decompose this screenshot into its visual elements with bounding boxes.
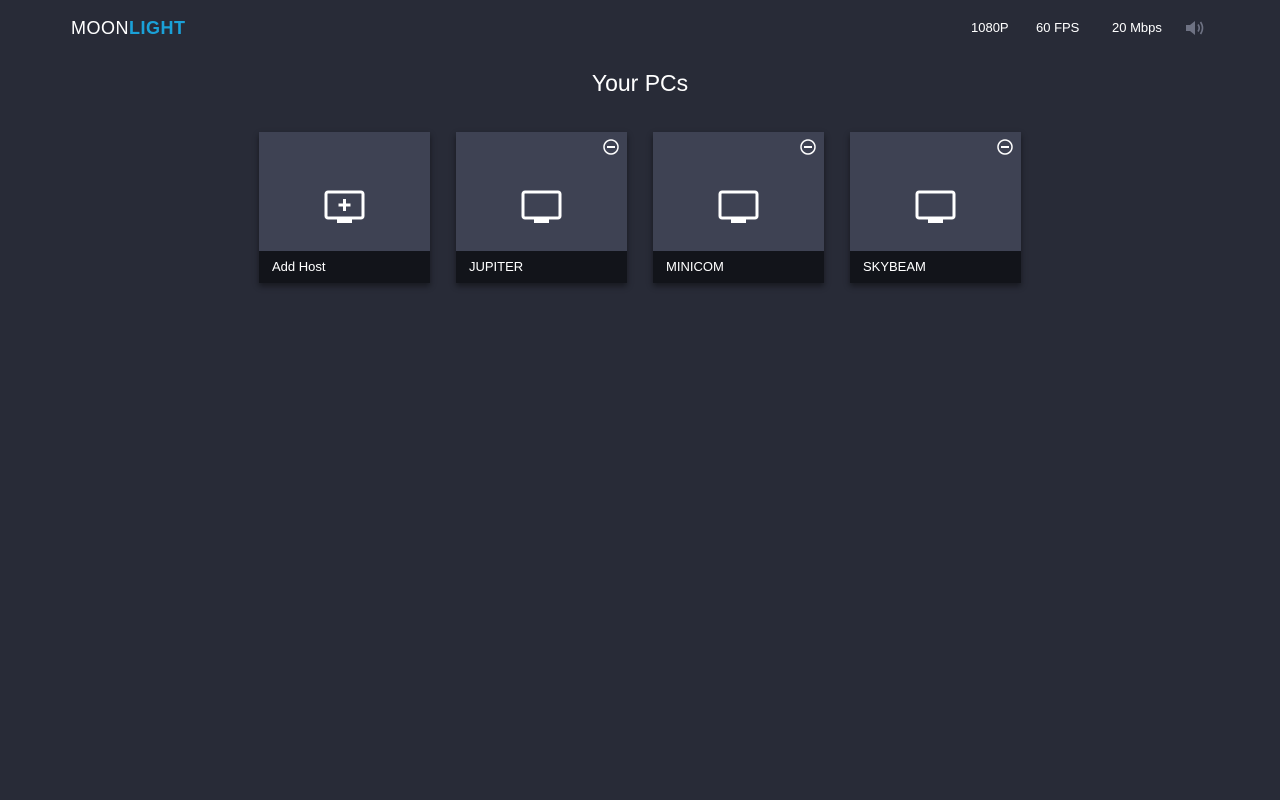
add-host-tile[interactable]: Add Host bbox=[259, 132, 430, 283]
tile-icon-area bbox=[653, 132, 824, 251]
tile-label: MINICOM bbox=[666, 259, 724, 274]
host-tile-skybeam[interactable]: SKYBEAM bbox=[850, 132, 1021, 283]
page-title: Your PCs bbox=[591, 70, 689, 96]
monitor-icon bbox=[915, 190, 956, 223]
monitor-icon bbox=[718, 190, 759, 223]
remove-circle-icon[interactable] bbox=[799, 138, 817, 156]
add-monitor-icon bbox=[324, 190, 365, 223]
tile-label: Add Host bbox=[272, 259, 326, 274]
logo-text-light: LIGHT bbox=[129, 18, 186, 38]
bitrate-setting[interactable]: 20 Mbps bbox=[1112, 18, 1162, 38]
remove-circle-icon[interactable] bbox=[996, 138, 1014, 156]
monitor-icon bbox=[521, 190, 562, 223]
tile-label: SKYBEAM bbox=[863, 259, 926, 274]
logo-text-moon: MOON bbox=[71, 18, 129, 38]
host-tile-jupiter[interactable]: JUPITER bbox=[456, 132, 627, 283]
tile-icon-area bbox=[259, 132, 430, 251]
tile-icon-area bbox=[456, 132, 627, 251]
remove-circle-icon[interactable] bbox=[602, 138, 620, 156]
tile-label: JUPITER bbox=[469, 259, 524, 274]
fps-setting[interactable]: 60 FPS bbox=[1036, 18, 1079, 38]
host-tile-minicom[interactable]: MINICOM bbox=[653, 132, 824, 283]
tile-icon-area bbox=[850, 132, 1021, 251]
speaker-icon[interactable] bbox=[1185, 19, 1205, 37]
app-logo: MOONLIGHT bbox=[71, 17, 186, 39]
resolution-setting[interactable]: 1080P bbox=[971, 18, 1009, 38]
